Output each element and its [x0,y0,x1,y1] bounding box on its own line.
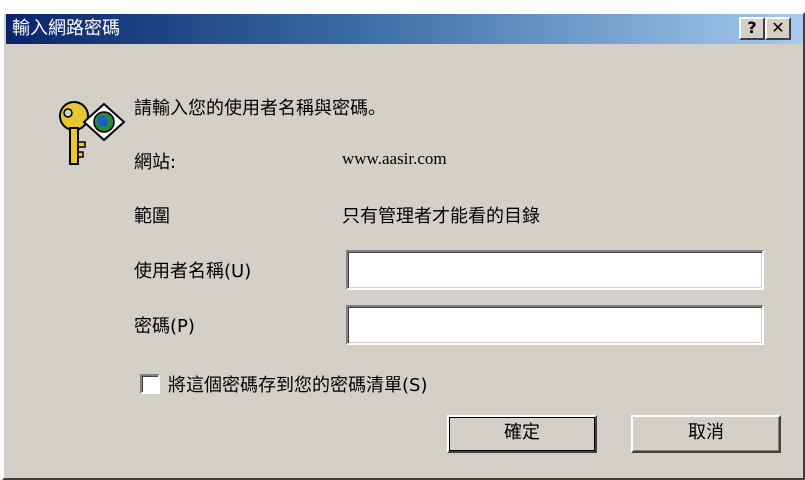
close-button[interactable]: ✕ [765,17,791,40]
username-field[interactable] [346,250,764,290]
prompt-text: 請輸入您的使用者名稱與密碼。 [134,98,386,119]
save-password-checkbox[interactable] [140,374,160,394]
login-dialog: 輸入網路密碼 ? ✕ 請輸入您的使用者名稱與密碼。 網站: www.aasir.… [2,12,805,480]
username-label: 使用者名稱(U) [134,261,252,282]
key-globe-icon [59,101,126,165]
realm-value: 只有管理者才能看的目錄 [342,206,540,227]
site-label: 網站: [134,152,177,173]
ok-button[interactable]: 確定 [447,415,597,453]
dialog-title: 輸入網路密碼 [12,18,120,39]
title-bar[interactable]: 輸入網路密碼 ? ✕ [6,14,803,44]
cancel-button[interactable]: 取消 [631,415,781,453]
help-button[interactable]: ? [739,17,765,40]
password-field[interactable] [346,305,764,345]
save-password-label[interactable]: 將這個密碼存到您的密碼清單(S) [168,371,427,397]
password-label: 密碼(P) [134,316,195,337]
site-value: www.aasir.com [342,149,447,168]
realm-label: 範圍 [134,206,170,227]
